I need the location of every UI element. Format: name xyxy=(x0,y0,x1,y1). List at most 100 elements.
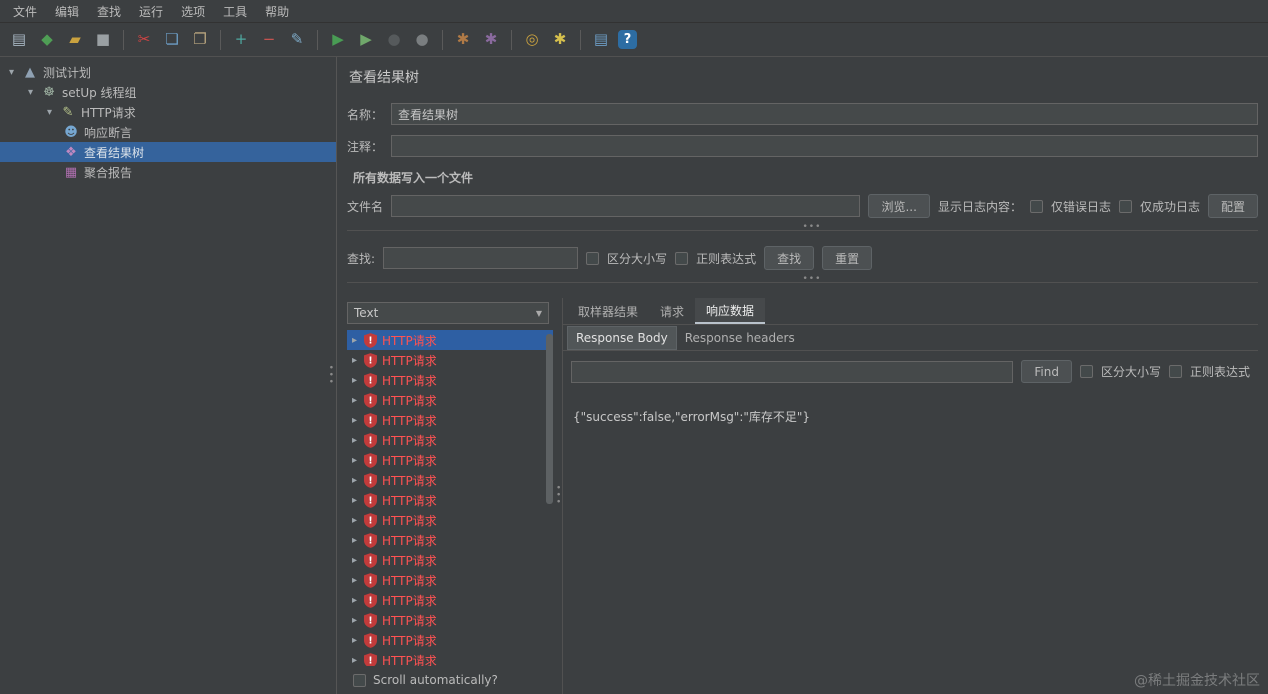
subtab-response-body[interactable]: Response Body xyxy=(567,325,677,350)
result-item[interactable]: ▸ ! HTTP请求 xyxy=(347,450,553,470)
paste-icon[interactable]: ❐ xyxy=(189,29,211,51)
menu-item[interactable]: 帮助 xyxy=(256,0,298,23)
result-item[interactable]: ▸ ! HTTP请求 xyxy=(347,490,553,510)
result-item[interactable]: ▸ ! HTTP请求 xyxy=(347,570,553,590)
result-item[interactable]: ▸ ! HTTP请求 xyxy=(347,590,553,610)
start-icon[interactable]: ▶ xyxy=(327,29,349,51)
tab-sampler-result[interactable]: 取样器结果 xyxy=(567,298,649,324)
comment-input[interactable] xyxy=(391,135,1258,157)
chevron-right-icon[interactable]: ▸ xyxy=(349,515,360,526)
result-item[interactable]: ▸ ! HTTP请求 xyxy=(347,650,553,666)
result-item[interactable]: ▸ ! HTTP请求 xyxy=(347,630,553,650)
chevron-right-icon[interactable]: ▸ xyxy=(349,475,360,486)
tree-item-response-assertion[interactable]: ☻ 响应断言 xyxy=(0,122,336,142)
errors-only-checkbox[interactable] xyxy=(1029,199,1043,213)
toggle-icon[interactable]: ✎ xyxy=(286,29,308,51)
function-helper-icon[interactable]: ▤ xyxy=(590,29,612,51)
menu-item[interactable]: 文件 xyxy=(4,0,46,23)
search-reset-button[interactable]: 重置 xyxy=(822,246,873,270)
chevron-right-icon[interactable]: ▸ xyxy=(349,635,360,646)
chevron-right-icon[interactable]: ▸ xyxy=(349,595,360,606)
response-search-input[interactable] xyxy=(571,360,1014,383)
remove-icon[interactable]: − xyxy=(258,29,280,51)
chevron-right-icon[interactable]: ▸ xyxy=(349,535,360,546)
tree-item-view-results-tree[interactable]: ❖ 查看结果树 xyxy=(0,142,336,162)
horizontal-splitter[interactable] xyxy=(347,274,1258,292)
scroll-automatically-checkbox[interactable] xyxy=(353,673,366,687)
clear-search-icon[interactable]: ✱ xyxy=(549,29,571,51)
tab-response-data[interactable]: 响应数据 xyxy=(695,298,766,324)
browse-button[interactable]: 浏览... xyxy=(868,194,930,218)
chevron-right-icon[interactable]: ▸ xyxy=(349,615,360,626)
tree-item-http-request[interactable]: ▾ ✎ HTTP请求 xyxy=(0,102,336,122)
new-file-icon[interactable]: ▤ xyxy=(8,29,30,51)
chevron-right-icon[interactable]: ▸ xyxy=(349,355,360,366)
result-item[interactable]: ▸ ! HTTP请求 xyxy=(347,470,553,490)
response-find-button[interactable]: Find xyxy=(1021,360,1072,383)
menu-item[interactable]: 编辑 xyxy=(46,0,88,23)
separator xyxy=(123,29,124,50)
chevron-right-icon[interactable]: ▸ xyxy=(349,395,360,406)
chevron-right-icon[interactable]: ▸ xyxy=(349,575,360,586)
tree-item-setup-thread-group[interactable]: ▾ ☸ setUp 线程组 xyxy=(0,82,336,102)
result-item[interactable]: ▸ ! HTTP请求 xyxy=(347,330,553,350)
chevron-down-icon[interactable]: ▾ xyxy=(6,67,17,78)
response-regex-checkbox[interactable] xyxy=(1168,365,1182,378)
filename-input[interactable] xyxy=(391,195,861,217)
configure-button[interactable]: 配置 xyxy=(1207,194,1258,218)
help-icon[interactable]: ? xyxy=(618,30,637,49)
vertical-splitter[interactable] xyxy=(553,298,562,694)
clear-icon[interactable]: ✱ xyxy=(452,29,474,51)
chevron-right-icon[interactable]: ▸ xyxy=(349,435,360,446)
add-icon[interactable]: + xyxy=(230,29,252,51)
search-regex-checkbox[interactable] xyxy=(675,251,689,265)
chevron-right-icon[interactable]: ▸ xyxy=(349,415,360,426)
response-case-checkbox[interactable] xyxy=(1079,365,1093,378)
search-input[interactable] xyxy=(383,247,579,269)
status-shield-icon: ! xyxy=(364,492,378,508)
menu-item[interactable]: 选项 xyxy=(172,0,214,23)
view-mode-select[interactable]: Text ▼ xyxy=(347,302,549,324)
menu-item[interactable]: 工具 xyxy=(214,0,256,23)
save-icon[interactable]: ■ xyxy=(92,29,114,51)
chevron-right-icon[interactable]: ▸ xyxy=(349,655,360,666)
result-item[interactable]: ▸ ! HTTP请求 xyxy=(347,510,553,530)
open-file-icon[interactable]: ▰ xyxy=(64,29,86,51)
chevron-down-icon[interactable]: ▾ xyxy=(25,87,36,98)
scrollbar-thumb[interactable] xyxy=(546,334,553,504)
tab-request[interactable]: 请求 xyxy=(649,298,695,324)
name-input[interactable] xyxy=(391,103,1258,125)
result-item[interactable]: ▸ ! HTTP请求 xyxy=(347,430,553,450)
search-find-button[interactable]: 查找 xyxy=(764,246,815,270)
search-icon[interactable]: ◎ xyxy=(521,29,543,51)
chevron-right-icon[interactable]: ▸ xyxy=(349,495,360,506)
shutdown-icon[interactable]: ● xyxy=(411,29,433,51)
chevron-right-icon[interactable]: ▸ xyxy=(349,375,360,386)
chevron-down-icon[interactable]: ▾ xyxy=(44,107,55,118)
result-item[interactable]: ▸ ! HTTP请求 xyxy=(347,370,553,390)
result-item[interactable]: ▸ ! HTTP请求 xyxy=(347,350,553,370)
chevron-right-icon[interactable]: ▸ xyxy=(349,335,360,346)
result-item[interactable]: ▸ ! HTTP请求 xyxy=(347,390,553,410)
result-item[interactable]: ▸ ! HTTP请求 xyxy=(347,410,553,430)
copy-icon[interactable]: ❏ xyxy=(161,29,183,51)
search-case-checkbox[interactable] xyxy=(586,251,600,265)
success-only-checkbox[interactable] xyxy=(1118,199,1132,213)
chevron-right-icon[interactable]: ▸ xyxy=(349,455,360,466)
menu-item[interactable]: 查找 xyxy=(88,0,130,23)
tree-item-aggregate-report[interactable]: ▦ 聚合报告 xyxy=(0,162,336,182)
menu-item[interactable]: 运行 xyxy=(130,0,172,23)
templates-icon[interactable]: ◆ xyxy=(36,29,58,51)
cut-icon[interactable]: ✂ xyxy=(133,29,155,51)
chevron-right-icon[interactable]: ▸ xyxy=(349,555,360,566)
subtab-response-headers[interactable]: Response headers xyxy=(677,327,803,349)
clear-all-icon[interactable]: ✱ xyxy=(480,29,502,51)
tree-item-test-plan[interactable]: ▾ ▲ 测试计划 xyxy=(0,62,336,82)
results-scrollbar[interactable] xyxy=(546,334,553,664)
result-item[interactable]: ▸ ! HTTP请求 xyxy=(347,610,553,630)
result-item[interactable]: ▸ ! HTTP请求 xyxy=(347,550,553,570)
horizontal-splitter[interactable] xyxy=(347,222,1258,240)
result-item[interactable]: ▸ ! HTTP请求 xyxy=(347,530,553,550)
start-no-pauses-icon[interactable]: ▶ xyxy=(355,29,377,51)
stop-icon[interactable]: ● xyxy=(383,29,405,51)
